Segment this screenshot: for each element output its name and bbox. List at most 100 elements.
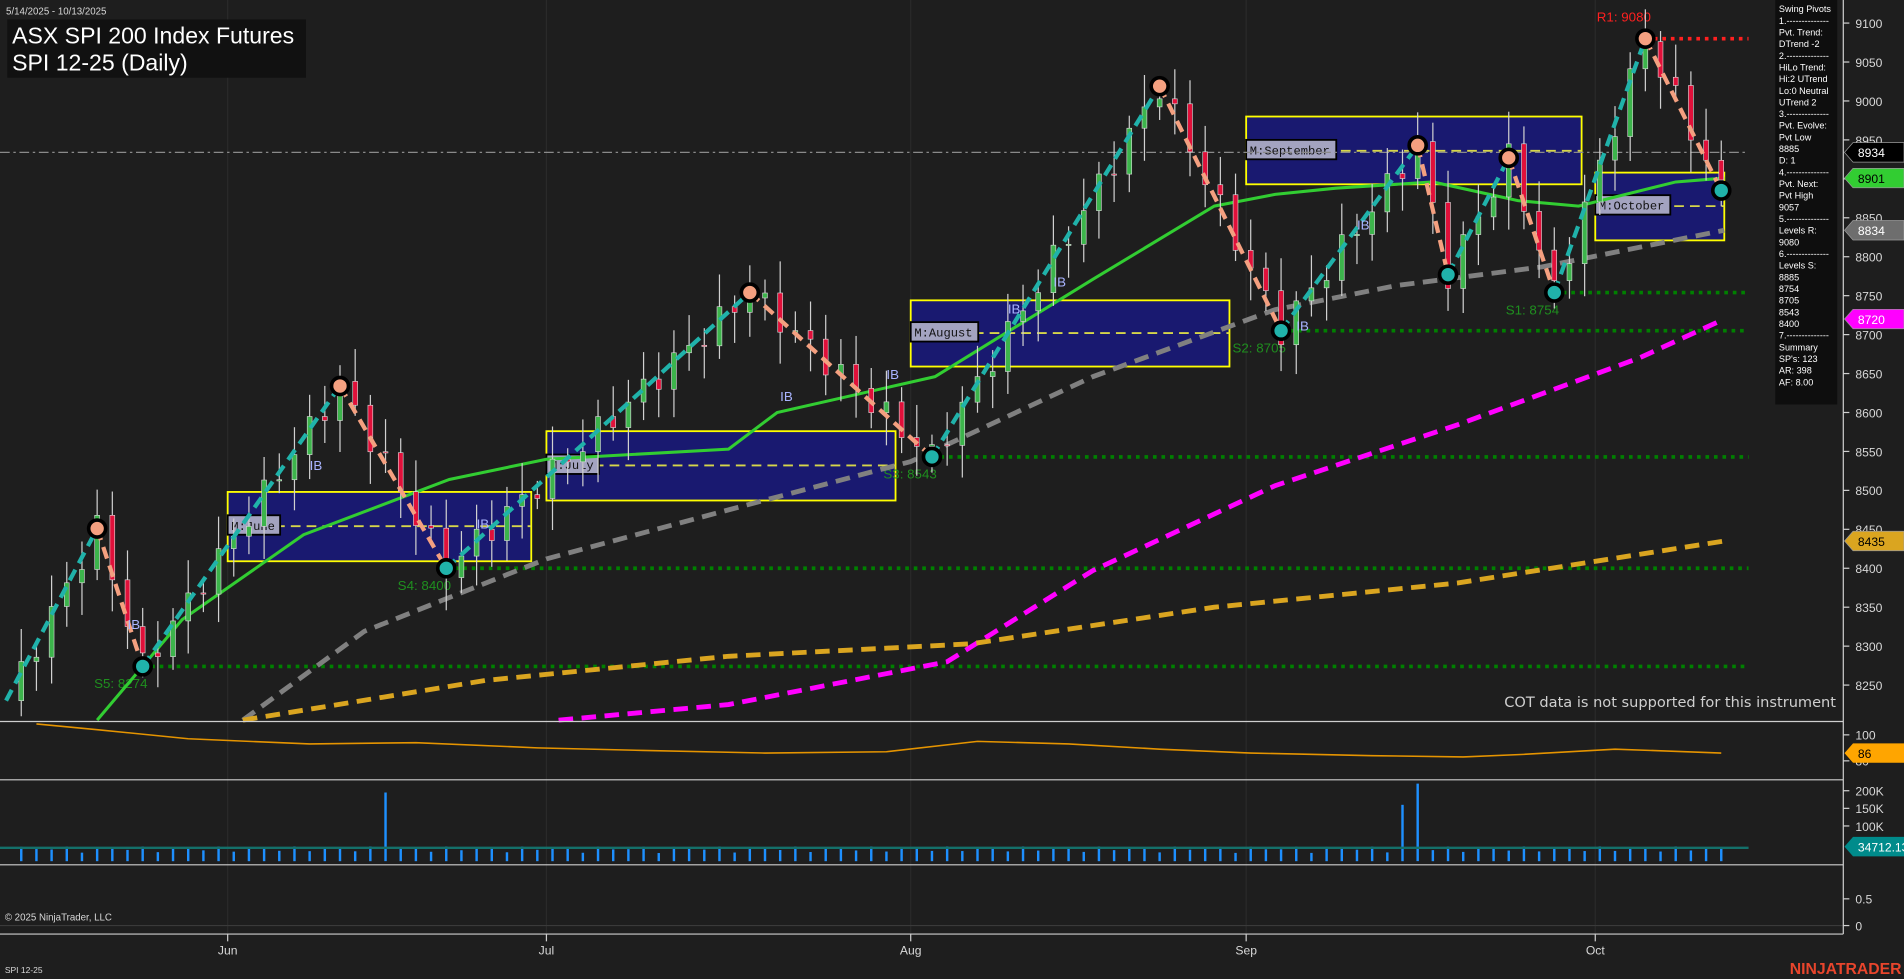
candle-up — [1097, 174, 1102, 211]
swing-low-marker — [1440, 266, 1457, 283]
candle-down — [1112, 174, 1117, 175]
candle-up — [80, 569, 85, 582]
time-tick-label: Oct — [1586, 944, 1605, 958]
volume-tag-label: 34712.13 — [1858, 840, 1904, 854]
time-tick-label: Aug — [900, 944, 922, 958]
candle-up — [216, 549, 221, 594]
swing-pivots-line: 8885 — [1779, 144, 1799, 154]
candle-up — [247, 526, 252, 536]
swing-pivots-line: HiLo Trend: — [1779, 62, 1826, 72]
candle-up — [1370, 212, 1375, 235]
candle-up — [459, 556, 464, 577]
swing-pivots-line: Pvt. Evolve: — [1779, 121, 1827, 131]
candle-down — [945, 445, 950, 446]
candle-up — [19, 662, 24, 701]
candle-down — [322, 417, 327, 421]
level-label: R1: 9080 — [1597, 10, 1651, 25]
ib-label: IB — [310, 458, 323, 473]
price-tick-label: 8250 — [1855, 679, 1882, 693]
lower-pane-tick-label: 0.5 — [1855, 893, 1872, 907]
candle-down — [1172, 99, 1177, 104]
swing-pivots-line: Pvt. Trend: — [1779, 27, 1823, 37]
level-label: S1: 8754 — [1506, 302, 1560, 317]
candle-down — [201, 593, 206, 594]
candle-down — [702, 345, 707, 346]
price-tick-label: 9000 — [1855, 95, 1882, 109]
instrument-title: ASX SPI 200 Index Futures — [12, 23, 294, 49]
candle-up — [1005, 321, 1010, 371]
candle-up — [1461, 235, 1466, 289]
candle-up — [960, 402, 965, 445]
swing-pivots-line: 8400 — [1779, 319, 1799, 329]
swing-high-marker — [1637, 30, 1654, 47]
cot-message: COT data is not supported for this instr… — [1504, 694, 1836, 711]
date-range: 5/14/2025 - 10/13/2025 — [6, 7, 106, 18]
swing-high-marker — [89, 520, 106, 537]
candle-up — [1567, 264, 1572, 281]
candle-down — [155, 653, 160, 657]
swing-pivots-line: 7.-------------- — [1779, 331, 1829, 341]
ninjatrader-logo: NINJATRADER — [1790, 961, 1902, 978]
candle-up — [1355, 234, 1360, 235]
swing-pivots-line: 8705 — [1779, 296, 1799, 306]
swing-pivots-line: Swing Pivots — [1779, 4, 1832, 14]
candle-up — [884, 402, 889, 413]
month-label: M:July — [550, 459, 594, 473]
price-tick-label: 8300 — [1855, 640, 1882, 654]
ib-label: IB — [1357, 217, 1370, 232]
price-tick-label: 8350 — [1855, 601, 1882, 615]
swing-pivots-line: 6.-------------- — [1779, 249, 1829, 259]
candle-down — [1704, 140, 1709, 160]
candle-up — [1385, 174, 1390, 212]
swing-pivots-line: Levels R: — [1779, 226, 1817, 236]
swing-low-marker — [134, 658, 151, 675]
candle-up — [1628, 69, 1633, 137]
swing-pivots-line: 8543 — [1779, 307, 1799, 317]
price-tick-label: 8600 — [1855, 406, 1882, 420]
candle-down — [383, 452, 388, 453]
candle-down — [1400, 174, 1405, 179]
candle-up — [1036, 293, 1041, 311]
candle-down — [778, 293, 783, 332]
swing-high-marker — [332, 378, 349, 395]
swing-pivots-line: AR: 398 — [1779, 366, 1812, 376]
candle-up — [930, 445, 935, 447]
price-tag-label: 8901 — [1858, 172, 1885, 186]
swing-low-marker — [1546, 284, 1563, 301]
swing-pivots-line: SP's: 123 — [1779, 354, 1818, 364]
candle-up — [580, 452, 585, 462]
lower-pane-tick-label: 0 — [1855, 919, 1862, 933]
candle-up — [1597, 160, 1602, 202]
ib-label: IB — [477, 517, 490, 532]
candle-down — [398, 453, 403, 492]
price-tick-label: 8500 — [1855, 484, 1882, 498]
candle-down — [489, 529, 494, 540]
level-label: S5: 8274 — [94, 676, 148, 691]
price-tag-label: 8720 — [1858, 313, 1885, 327]
swing-low-marker — [1273, 322, 1290, 339]
swing-pivots-line: D: 1 — [1779, 156, 1796, 166]
swing-low-marker — [1713, 182, 1730, 199]
candle-down — [1719, 160, 1724, 180]
candle-down — [1552, 250, 1557, 280]
swing-pivots-line: 8885 — [1779, 272, 1799, 282]
ib-label: IB — [886, 367, 899, 382]
swing-high-marker — [741, 284, 758, 301]
chart-subtitle: SPI 12-25 (Daily) — [12, 49, 188, 75]
candle-up — [1339, 235, 1344, 281]
candle-down — [1673, 77, 1678, 85]
candle-down — [1263, 268, 1268, 291]
level-label: S4: 8400 — [398, 578, 451, 593]
candle-up — [1491, 197, 1496, 217]
price-tick-label: 8650 — [1855, 367, 1882, 381]
swing-pivots-line: 9080 — [1779, 237, 1799, 247]
candle-down — [808, 331, 813, 340]
candle-up — [1324, 280, 1329, 287]
swing-pivots-line: 2.-------------- — [1779, 51, 1829, 61]
swing-pivots-line: Pvt. Next: — [1779, 179, 1818, 189]
swing-low-marker — [923, 448, 940, 465]
ib-label: IB — [1008, 302, 1021, 317]
candle-up — [1021, 311, 1026, 322]
price-chart[interactable]: M:JuneM:JulyM:AugustM:SeptemberM:October… — [0, 0, 1904, 979]
price-tick-label: 9100 — [1855, 17, 1882, 31]
